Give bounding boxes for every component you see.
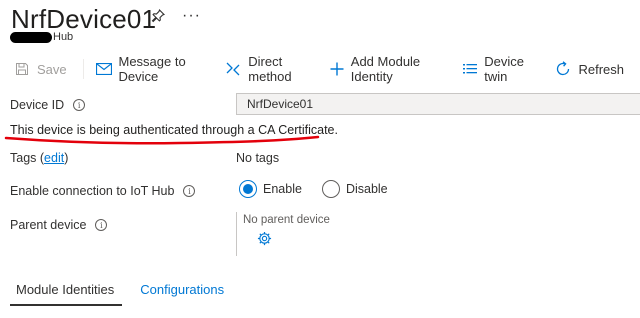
add-module-identity-button[interactable]: Add Module Identity (330, 54, 447, 84)
refresh-label: Refresh (578, 61, 624, 77)
add-module-label: Add Module Identity (350, 54, 421, 84)
direct-method-icon (225, 61, 241, 77)
resource-subtitle: Hub (10, 31, 73, 43)
parent-device-label: Parent device (10, 218, 87, 232)
device-id-label-row: Device ID i (10, 98, 86, 112)
tags-label-close: ) (64, 151, 69, 165)
connection-label-row: Enable connection to IoT Hub i (10, 184, 196, 198)
plus-icon (330, 61, 344, 77)
title-actions: ··· (150, 8, 201, 24)
info-icon[interactable]: i (73, 99, 86, 111)
envelope-icon (95, 61, 112, 77)
toolbar-divider (82, 59, 84, 79)
list-icon (463, 61, 478, 77)
tags-label: Tags ( (10, 151, 45, 165)
redaction-mark (10, 31, 52, 43)
ellipsis-icon[interactable]: ··· (182, 8, 201, 24)
tab-bar: Module Identities Configurations (10, 282, 244, 306)
parent-device-box: No parent device (236, 212, 356, 256)
parent-device-label-row: Parent device i (10, 218, 108, 232)
tab-module-identities[interactable]: Module Identities (10, 282, 123, 306)
gear-icon[interactable] (257, 231, 273, 247)
info-icon[interactable]: i (95, 219, 108, 231)
radio-dot (243, 184, 253, 194)
device-id-field[interactable]: NrfDevice01 (236, 93, 640, 115)
save-button[interactable]: Save (14, 61, 67, 77)
command-bar: Save Message to Device Direct method Add… (14, 54, 640, 84)
parent-device-value: No parent device (243, 214, 330, 226)
red-underline-annotation (4, 135, 320, 145)
edit-tags-link[interactable]: edit (44, 151, 64, 165)
connection-radio-group: Enable Disable (239, 180, 408, 198)
save-icon (14, 61, 30, 77)
tags-value: No tags (236, 151, 280, 165)
message-to-device-button[interactable]: Message to Device (95, 54, 210, 84)
refresh-icon (555, 61, 571, 77)
direct-method-button[interactable]: Direct method (225, 54, 314, 84)
tags-label-row: Tags (edit) (10, 151, 68, 165)
tab-configurations[interactable]: Configurations (134, 282, 232, 304)
enable-label[interactable]: Enable (263, 182, 302, 196)
pin-icon[interactable] (150, 8, 166, 24)
info-icon[interactable]: i (183, 185, 196, 197)
direct-method-label: Direct method (248, 54, 292, 84)
subtitle-suffix: Hub (53, 31, 74, 43)
save-label: Save (37, 61, 67, 77)
disable-label[interactable]: Disable (346, 182, 388, 196)
device-twin-button[interactable]: Device twin (463, 54, 539, 84)
device-twin-label: Device twin (484, 54, 524, 84)
refresh-button[interactable]: Refresh (555, 61, 624, 77)
device-id-label: Device ID (10, 98, 65, 112)
disable-radio[interactable] (321, 180, 340, 198)
enable-radio[interactable] (239, 180, 257, 198)
message-label: Message to Device (118, 54, 186, 84)
connection-label: Enable connection to IoT Hub (10, 184, 175, 198)
